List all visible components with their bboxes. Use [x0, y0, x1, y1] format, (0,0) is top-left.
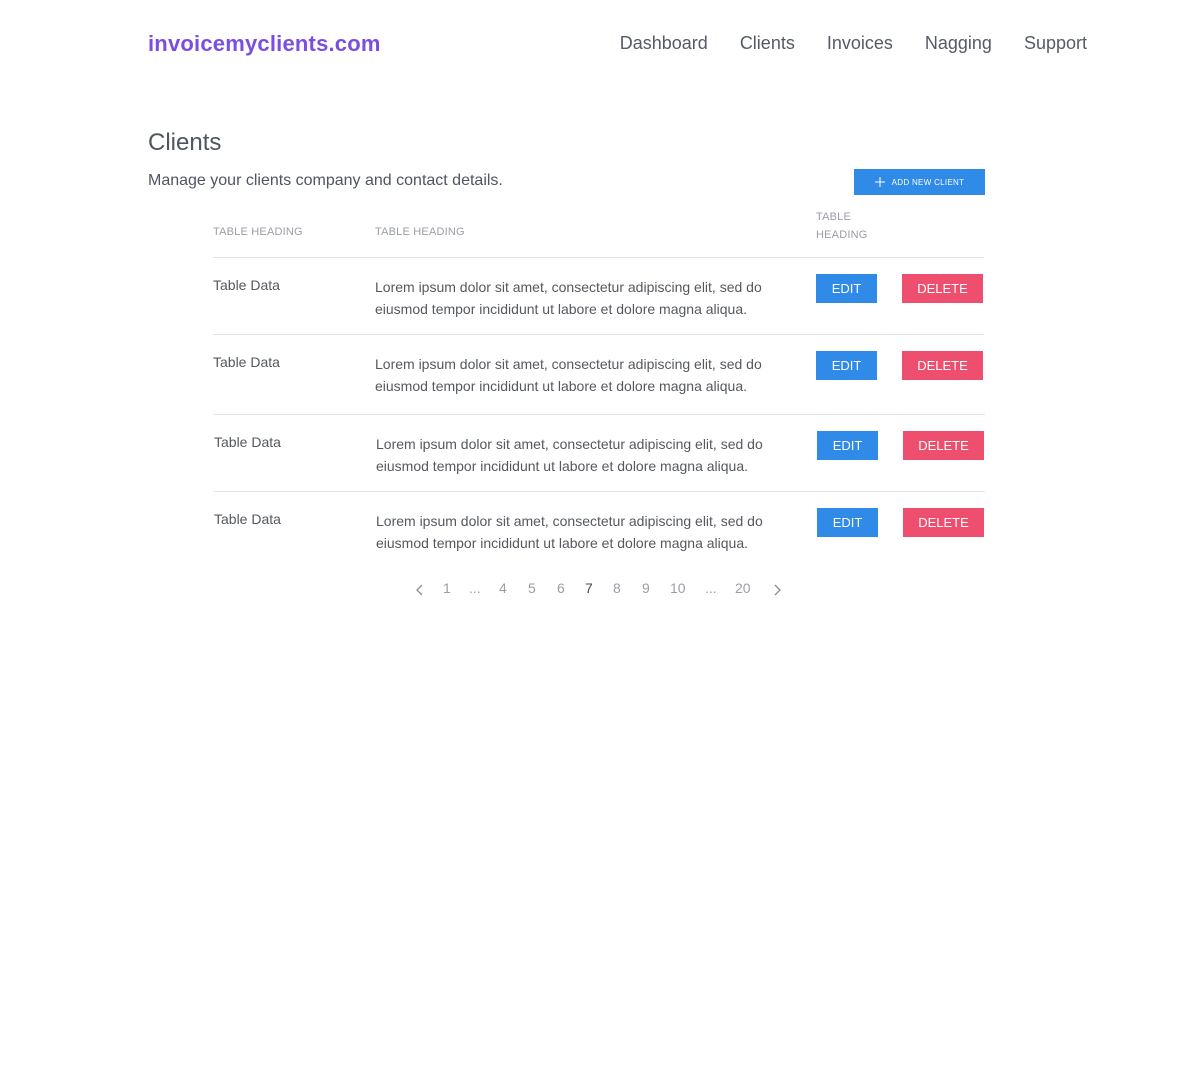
add-new-client-label: ADD NEW CLIENT — [891, 177, 965, 187]
cell-name: Table Data — [213, 277, 280, 293]
chevron-right-icon[interactable] — [772, 584, 782, 596]
delete-button[interactable]: DELETE — [902, 351, 983, 380]
page-link-6[interactable]: 6 — [557, 580, 565, 596]
page-link-10[interactable]: 10 — [670, 580, 686, 596]
delete-button[interactable]: DELETE — [902, 274, 983, 303]
page-subtitle: Manage your clients company and contact … — [148, 172, 503, 189]
edit-button[interactable]: EDIT — [817, 508, 878, 537]
plus-icon — [874, 177, 885, 187]
cell-description: Lorem ipsum dolor sit amet, consectetur … — [375, 356, 762, 394]
table-row: Table Data Lorem ipsum dolor sit amet, c… — [214, 491, 985, 568]
table-row: Table Data Lorem ipsum dolor sit amet, c… — [213, 334, 984, 411]
page-ellipsis: ... — [705, 580, 717, 596]
page-link-20[interactable]: 20 — [735, 580, 751, 596]
delete-button[interactable]: DELETE — [903, 508, 984, 537]
main-nav: Dashboard Clients Invoices Nagging Suppo… — [620, 33, 1087, 54]
page-ellipsis: ... — [469, 580, 481, 596]
cell-description: Lorem ipsum dolor sit amet, consectetur … — [376, 436, 763, 474]
edit-button[interactable]: EDIT — [816, 351, 877, 380]
delete-button[interactable]: DELETE — [903, 431, 984, 460]
edit-button[interactable]: EDIT — [816, 274, 877, 303]
table-heading-description: TABLE HEADING — [375, 226, 465, 238]
nav-invoices[interactable]: Invoices — [827, 33, 893, 54]
table-heading-name: TABLE HEADING — [213, 226, 303, 238]
cell-name: Table Data — [214, 434, 281, 450]
table-heading-actions: TABLE HEADING — [816, 211, 868, 241]
nav-dashboard[interactable]: Dashboard — [620, 33, 708, 54]
page-link-8[interactable]: 8 — [613, 580, 621, 596]
page-title: Clients — [148, 129, 222, 156]
site-logo[interactable]: invoicemyclients.com — [148, 31, 381, 57]
cell-description: Lorem ipsum dolor sit amet, consectetur … — [375, 279, 762, 317]
top-header: invoicemyclients.com Dashboard Clients I… — [0, 0, 1200, 90]
page-link-5[interactable]: 5 — [528, 580, 536, 596]
page-link-4[interactable]: 4 — [499, 580, 507, 596]
pagination: 1 ... 4 5 6 7 8 9 10 ... 20 — [0, 580, 1200, 600]
edit-button[interactable]: EDIT — [817, 431, 878, 460]
table-row: Table Data Lorem ipsum dolor sit amet, c… — [214, 414, 985, 491]
nav-clients[interactable]: Clients — [740, 33, 795, 54]
nav-support[interactable]: Support — [1024, 33, 1087, 54]
cell-description: Lorem ipsum dolor sit amet, consectetur … — [376, 513, 763, 551]
page-link-1[interactable]: 1 — [443, 580, 451, 596]
chevron-left-icon[interactable] — [415, 584, 425, 596]
add-new-client-button[interactable]: ADD NEW CLIENT — [854, 169, 985, 195]
table-row: Table Data Lorem ipsum dolor sit amet, c… — [213, 257, 984, 334]
cell-name: Table Data — [213, 354, 280, 370]
nav-nagging[interactable]: Nagging — [925, 33, 992, 54]
cell-name: Table Data — [214, 511, 281, 527]
page-link-9[interactable]: 9 — [642, 580, 650, 596]
page-link-7-current[interactable]: 7 — [585, 580, 593, 596]
